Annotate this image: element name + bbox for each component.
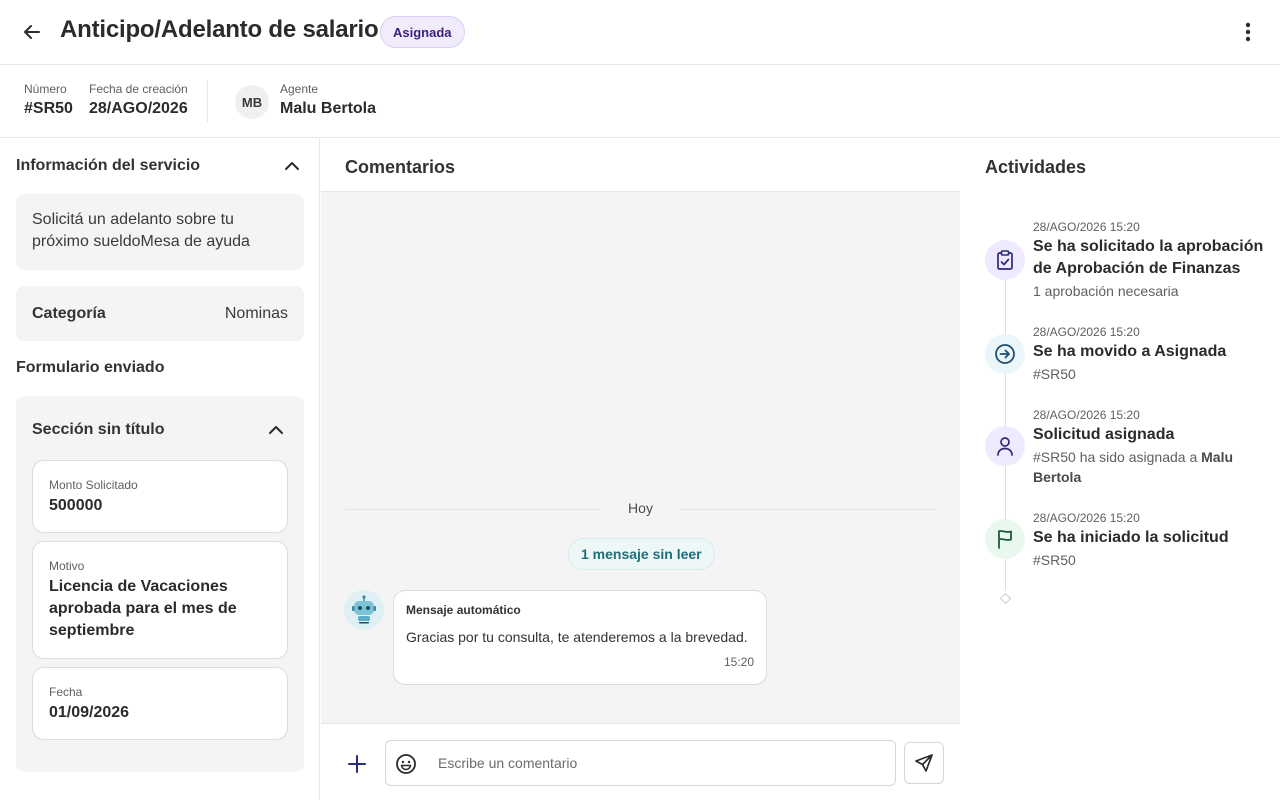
service-info-panel: Información del servicio Solicitá un ade…: [0, 138, 320, 800]
comment-input-wrapper: [385, 740, 896, 786]
request-meta-bar: Número #SR50 Fecha de creación 28/AGO/20…: [0, 65, 1280, 138]
field-label: Motivo: [49, 559, 85, 573]
meta-agent-label: Agente: [280, 82, 319, 96]
comment-input[interactable]: [438, 741, 888, 785]
message-author: Mensaje automático: [406, 603, 521, 617]
activities-title: Actividades: [985, 157, 1087, 177]
category-label: Categoría: [32, 304, 106, 322]
meta-created-label: Fecha de creación: [89, 82, 188, 96]
meta-number-label: Número: [24, 82, 67, 96]
service-description: Solicitá un adelanto sobre tu próximo su…: [16, 194, 304, 270]
page-title: Anticipo/Adelanto de salario: [60, 16, 379, 43]
activity-timestamp: 28/AGO/2026 15:20: [1033, 325, 1140, 339]
chevron-up-icon[interactable]: [264, 418, 288, 442]
day-separator-label: Hoy: [616, 500, 665, 516]
activity-timestamp: 28/AGO/2026 15:20: [1033, 220, 1140, 234]
more-options-icon[interactable]: [1236, 20, 1260, 44]
service-info-title: Información del servicio: [16, 157, 201, 174]
comments-panel: Comentarios Hoy 1 mensaje sin leer Mensa…: [321, 138, 960, 800]
form-field: Fecha 01/09/2026: [32, 667, 288, 740]
back-arrow-icon[interactable]: [20, 20, 44, 44]
form-section-header[interactable]: Sección sin título: [32, 418, 288, 442]
clipboard-check-icon: [985, 240, 1025, 280]
form-field: Monto Solicitado 500000: [32, 460, 288, 533]
meta-number-value: #SR50: [24, 100, 73, 117]
activity-detail: #SR50: [1033, 552, 1076, 568]
activity-title: Se ha solicitado la aprobación de Aproba…: [1033, 238, 1264, 277]
activity-title: Se ha movido a Asignada: [1033, 343, 1227, 360]
comments-title: Comentarios: [345, 157, 456, 177]
activity-item: 28/AGO/2026 15:20 Se ha iniciado la soli…: [1033, 511, 1265, 570]
activity-title: Se ha iniciado la solicitud: [1033, 529, 1229, 546]
meta-number: Número #SR50: [24, 82, 73, 118]
day-separator: Hoy: [345, 500, 936, 520]
status-badge: Asignada: [380, 16, 465, 48]
field-value: Licencia de Vacaciones aprobada para el …: [49, 578, 237, 639]
activity-detail-text: #SR50 ha sido asignada a: [1033, 449, 1202, 465]
activity-timestamp: 28/AGO/2026 15:20: [1033, 408, 1140, 422]
field-label: Fecha: [49, 685, 83, 699]
message-time: 15:20: [723, 655, 754, 669]
timeline-end-diamond-icon: [999, 591, 1012, 605]
activity-detail: #SR50: [1033, 366, 1076, 382]
chevron-up-icon[interactable]: [280, 154, 304, 178]
message-text: Gracias por tu consulta, te atenderemos …: [406, 629, 748, 645]
emoji-icon[interactable]: [394, 752, 418, 776]
activity-timestamp: 28/AGO/2026 15:20: [1033, 511, 1140, 525]
activities-panel: Actividades 28/AGO/2026 15:20 Se ha soli…: [961, 138, 1280, 800]
flag-icon: [985, 519, 1025, 559]
add-attachment-icon[interactable]: [345, 752, 369, 776]
form-field: Motivo Licencia de Vacaciones aprobada p…: [32, 541, 288, 659]
field-value: 01/09/2026: [49, 704, 130, 721]
comments-thread[interactable]: Hoy 1 mensaje sin leer Mensaje automátic…: [321, 192, 960, 723]
category-row: Categoría Nominas: [16, 286, 304, 341]
meta-created: Fecha de creación 28/AGO/2026: [89, 82, 188, 118]
meta-created-value: 28/AGO/2026: [89, 100, 188, 117]
category-value: Nominas: [224, 304, 288, 322]
form-section: Sección sin título Monto Solicitado 5000…: [16, 396, 304, 772]
meta-agent: Agente Malu Bertola: [280, 82, 376, 118]
send-icon[interactable]: [904, 742, 944, 784]
activity-item: 28/AGO/2026 15:20 Solicitud asignada #SR…: [1033, 408, 1265, 487]
agent-avatar: MB: [235, 85, 269, 119]
field-value: 500000: [49, 497, 103, 514]
field-label: Monto Solicitado: [49, 478, 138, 492]
meta-agent-name: Malu Bertola: [280, 100, 377, 117]
unread-badge: 1 mensaje sin leer: [568, 538, 715, 570]
bot-avatar-icon: [344, 590, 384, 630]
activity-title: Solicitud asignada: [1033, 426, 1175, 443]
arrow-right-circle-icon: [985, 334, 1025, 374]
activity-detail: #SR50 ha sido asignada a Malu Bertola: [1033, 447, 1265, 487]
comments-header: Comentarios: [321, 138, 960, 192]
form-section-title: Sección sin título: [32, 421, 165, 438]
meta-divider: [207, 80, 208, 122]
activity-detail: 1 aprobación necesaria: [1033, 283, 1179, 299]
comment-composer: [321, 723, 960, 800]
service-info-header[interactable]: Información del servicio: [16, 154, 304, 178]
activity-item: 28/AGO/2026 15:20 Se ha movido a Asignad…: [1033, 325, 1265, 384]
page-header: Anticipo/Adelanto de salario Asignada: [0, 0, 1280, 65]
user-icon: [985, 426, 1025, 466]
message-bubble: Mensaje automático Gracias por tu consul…: [393, 590, 767, 685]
form-title: Formulario enviado: [16, 359, 165, 376]
activity-item: 28/AGO/2026 15:20 Se ha solicitado la ap…: [1033, 220, 1265, 301]
